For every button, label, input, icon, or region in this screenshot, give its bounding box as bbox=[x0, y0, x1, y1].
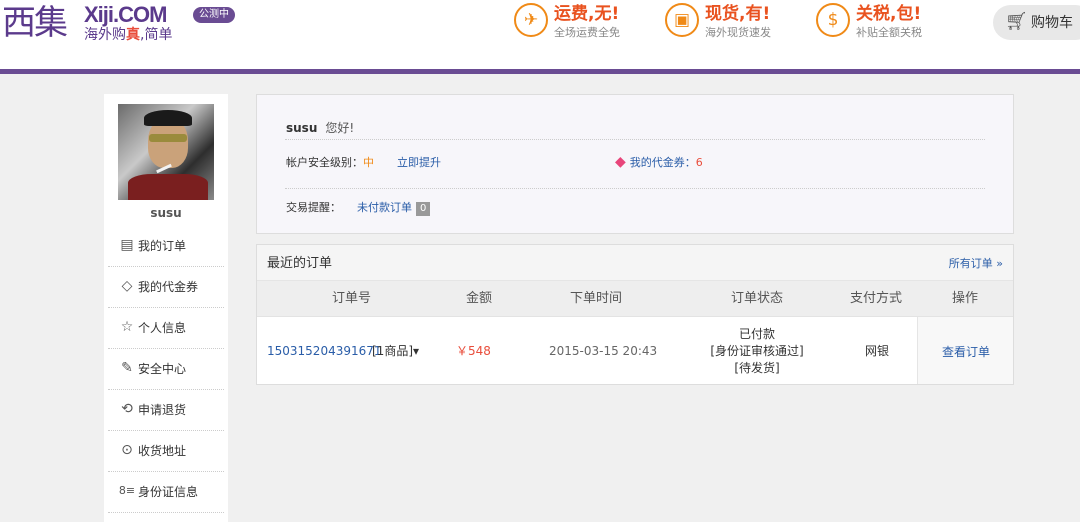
recent-orders: 最近的订单 所有订单 » 订单号 金额 下单时间 订单状态 支付方式 操作 15… bbox=[256, 244, 1014, 385]
column-header-action: 操作 bbox=[952, 291, 979, 306]
upgrade-security-link[interactable]: 立即提升 bbox=[397, 156, 441, 170]
security-level-value: 中 bbox=[363, 156, 374, 169]
sidebar-item-label: 个人信息 bbox=[138, 321, 187, 335]
column-header-amount: 金额 bbox=[466, 291, 493, 306]
logo-slogan: 海外购真,简单 bbox=[84, 27, 173, 43]
promo-title: 关税,包! bbox=[856, 4, 922, 24]
sidebar-item-orders[interactable]: ▤ 我的订单 bbox=[108, 226, 224, 267]
beta-badge: 公测中 bbox=[193, 7, 235, 23]
order-items-dropdown[interactable]: [1商品]▾ bbox=[372, 344, 419, 358]
sidebar-item-label: 身份证信息 bbox=[138, 485, 199, 499]
promo-free-shipping: ✈ 运费,无! 全场运费全免 bbox=[514, 3, 644, 43]
payment-method: 网银 bbox=[865, 344, 890, 358]
my-vouchers[interactable]: ◆ 我的代金券：6 bbox=[615, 155, 703, 170]
trade-reminder-label: 交易提醒： bbox=[286, 201, 341, 214]
divider bbox=[285, 188, 985, 189]
tag-icon: ◇ bbox=[121, 278, 133, 294]
promo-subtitle: 补贴全额关税 bbox=[856, 26, 922, 39]
sidebar-item-label: 我的代金券 bbox=[138, 280, 199, 294]
sidebar-item-vouchers[interactable]: ◇ 我的代金券 bbox=[108, 267, 224, 308]
sidebar-username: susu bbox=[150, 206, 182, 220]
refresh-icon: ⟲ bbox=[121, 401, 133, 417]
promo-in-stock: ▣ 现货,有! 海外现货速发 bbox=[665, 3, 795, 43]
money-bag-icon: $ bbox=[816, 3, 850, 37]
sidebar-item-label: 收货地址 bbox=[138, 444, 187, 458]
order-action-cell: 查看订单 bbox=[917, 317, 1013, 384]
unpaid-orders-link[interactable]: 未付款订单 0 bbox=[357, 201, 431, 216]
column-header-payment: 支付方式 bbox=[850, 291, 903, 306]
promo-subtitle: 全场运费全免 bbox=[554, 26, 620, 39]
sidebar: susu ▤ 我的订单 ◇ 我的代金券 ☆ 个人信息 ✎ 安全中心 ⟲ 申请退货… bbox=[104, 94, 228, 522]
sidebar-item-address[interactable]: ⊙ 收货地址 bbox=[108, 431, 224, 472]
account-summary: susu 您好! 帐户安全级别：中 立即提升 ◆ 我的代金券：6 交易提醒： 未付款… bbox=[256, 94, 1014, 234]
order-status-line: [待发货] bbox=[734, 361, 780, 375]
site-logo[interactable]: 西集 Xiji.COM 海外购真,简单 公测中 bbox=[2, 2, 242, 46]
security-level: 帐户安全级别：中 bbox=[286, 156, 374, 169]
sidebar-item-returns[interactable]: ⟲ 申请退货 bbox=[108, 390, 224, 431]
document-icon: ▤ bbox=[120, 237, 134, 253]
sidebar-item-label: 申请退货 bbox=[138, 403, 187, 417]
order-number-link[interactable]: 150315204391671 bbox=[267, 344, 382, 358]
order-status-line: 已付款 bbox=[738, 327, 775, 341]
location-pin-icon: ⊙ bbox=[121, 442, 133, 458]
order-status-line: [身份证审核通过] bbox=[710, 344, 804, 358]
cart-button[interactable]: 🛒︎ 购物车 bbox=[993, 5, 1080, 40]
recent-orders-header: 最近的订单 所有订单 » bbox=[257, 245, 1013, 281]
table-row: 150315204391671 [1商品]▾ ￥548 2015-03-15 2… bbox=[257, 317, 1013, 384]
cart-icon: 🛒︎ bbox=[1005, 11, 1028, 32]
order-time: 2015-03-15 20:43 bbox=[549, 344, 658, 358]
id-card-icon: 8≡ bbox=[118, 484, 136, 497]
promo-tax: $ 关税,包! 补贴全额关税 bbox=[816, 3, 946, 43]
recent-orders-title: 最近的订单 bbox=[267, 256, 333, 271]
promo-subtitle: 海外现货速发 bbox=[705, 26, 771, 39]
unpaid-count-badge: 0 bbox=[416, 202, 431, 216]
sidebar-item-security[interactable]: ✎ 安全中心 bbox=[108, 349, 224, 390]
tag-icon: ◆ bbox=[615, 154, 626, 170]
logo-mark: 西集 bbox=[2, 3, 68, 43]
promo-title: 运费,无! bbox=[554, 4, 620, 24]
sidebar-item-label: 安全中心 bbox=[138, 362, 187, 376]
divider bbox=[285, 139, 985, 140]
orders-table-header: 订单号 金额 下单时间 订单状态 支付方式 操作 bbox=[257, 281, 1013, 317]
column-header-time: 下单时间 bbox=[570, 291, 623, 306]
column-header-order-no: 订单号 bbox=[332, 291, 372, 306]
edit-icon: ✎ bbox=[121, 360, 133, 376]
avatar[interactable] bbox=[118, 104, 214, 200]
sidebar-item-profile[interactable]: ☆ 个人信息 bbox=[108, 308, 224, 349]
header-divider bbox=[0, 69, 1080, 74]
sidebar-item-id-info[interactable]: 8≡ 身份证信息 bbox=[108, 472, 224, 513]
airplane-icon: ✈ bbox=[514, 3, 548, 37]
promo-title: 现货,有! bbox=[705, 4, 771, 24]
site-header: 西集 Xiji.COM 海外购真,简单 公测中 ✈ 运费,无! 全场运费全免 ▣… bbox=[0, 0, 1080, 70]
all-orders-link[interactable]: 所有订单 » bbox=[949, 257, 1003, 271]
order-amount: ￥548 bbox=[456, 344, 491, 358]
sidebar-item-label: 我的订单 bbox=[138, 239, 187, 253]
view-order-link[interactable]: 查看订单 bbox=[942, 345, 990, 359]
cart-label: 购物车 bbox=[1031, 15, 1073, 31]
logo-brand: Xiji.COM bbox=[84, 2, 167, 27]
star-icon: ☆ bbox=[120, 319, 134, 335]
column-header-status: 订单状态 bbox=[731, 291, 784, 306]
voucher-count: 6 bbox=[695, 156, 703, 169]
greeting: susu 您好! bbox=[286, 121, 355, 135]
gift-box-icon: ▣ bbox=[665, 3, 699, 37]
